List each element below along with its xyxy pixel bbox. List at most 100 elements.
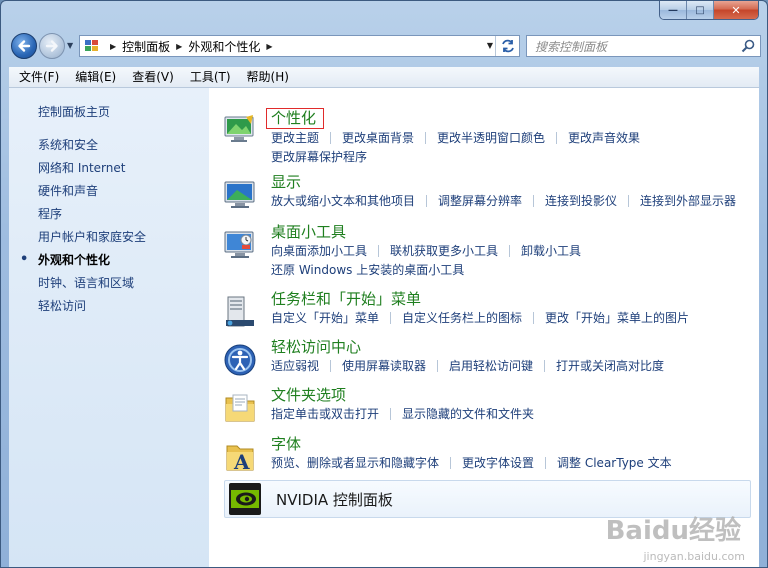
link-separator — [544, 360, 546, 372]
link-separator — [378, 245, 380, 257]
explorer-window: — □ ✕ ▼ ▶ 控制面板 ▶ 外观和个性化 ▶ ▼ 搜索控制面板 文件(F)… — [0, 0, 768, 568]
link-separator — [426, 195, 428, 207]
category-ease-of-access: 轻松访问中心 适应弱视 使用屏幕读取器 启用轻松访问键 打开或关闭高对比度 — [224, 338, 744, 376]
address-bar[interactable]: ▶ 控制面板 ▶ 外观和个性化 ▶ ▼ — [79, 35, 520, 57]
category-body: 桌面小工具 向桌面添加小工具 联机获取更多小工具 卸载小工具还原 Windows 上安… — [271, 223, 744, 280]
task-link[interactable]: 调整 ClearType 文本 — [557, 454, 672, 473]
task-link[interactable]: 预览、删除或者显示和隐藏字体 — [271, 454, 439, 473]
maximize-button[interactable]: □ — [687, 1, 714, 19]
category-body: 文件夹选项 指定单击或双击打开 显示隐藏的文件和文件夹 — [271, 386, 744, 424]
back-arrow-icon — [18, 40, 31, 52]
refresh-button[interactable] — [495, 36, 519, 56]
category-title[interactable]: 文件夹选项 — [271, 386, 346, 405]
sidebar-home-link[interactable]: 控制面板主页 — [9, 104, 209, 127]
breadcrumb-separator-icon[interactable]: ▶ — [266, 42, 272, 51]
category-task-links: 更改主题 更改桌面背景 更改半透明窗口颜色 更改声音效果更改屏幕保护程序 — [271, 129, 744, 167]
category-task-links: 放大或缩小文本和其他项目 调整屏幕分辨率 连接到投影仪 连接到外部显示器 — [271, 192, 744, 211]
task-link[interactable]: 自定义任务栏上的图标 — [402, 309, 522, 328]
category-title[interactable]: 任务栏和「开始」菜单 — [271, 290, 421, 309]
category-body: 显示 放大或缩小文本和其他项目 调整屏幕分辨率 连接到投影仪 连接到外部显示器 — [271, 173, 744, 211]
sidebar-item-ease-of-access[interactable]: 轻松访问 — [9, 298, 209, 321]
task-link[interactable]: 更改声音效果 — [568, 129, 640, 148]
baidu-watermark-url: jingyan.baidu.com — [643, 550, 745, 563]
sidebar-item-clock-language-region[interactable]: 时钟、语言和区域 — [9, 275, 209, 298]
close-button[interactable]: ✕ — [714, 1, 758, 19]
task-link[interactable]: 更改主题 — [271, 129, 319, 148]
task-link[interactable]: 适应弱视 — [271, 357, 319, 376]
menu-bar: 文件(F) 编辑(E) 查看(V) 工具(T) 帮助(H) — [9, 67, 759, 88]
category-task-links: 适应弱视 使用屏幕读取器 启用轻松访问键 打开或关闭高对比度 — [271, 357, 744, 376]
task-link[interactable]: 更改半透明窗口颜色 — [437, 129, 545, 148]
sidebar-item-appearance-current[interactable]: • 外观和个性化 — [9, 252, 209, 275]
gadgets-icon[interactable] — [224, 229, 256, 261]
forward-button[interactable] — [39, 33, 65, 59]
category-title[interactable]: 轻松访问中心 — [271, 338, 361, 357]
breadcrumb-separator-icon[interactable]: ▶ — [110, 42, 116, 51]
task-link[interactable]: 启用轻松访问键 — [449, 357, 533, 376]
recent-pages-dropdown-icon[interactable]: ▼ — [67, 41, 73, 50]
address-dropdown-icon[interactable]: ▼ — [487, 41, 493, 50]
task-link[interactable]: 使用屏幕读取器 — [342, 357, 426, 376]
sidebar-item-hardware-sound[interactable]: 硬件和声音 — [9, 183, 209, 206]
task-link[interactable]: 联机获取更多小工具 — [390, 242, 498, 261]
link-separator — [390, 312, 392, 324]
category-personalization: 个性化 更改主题 更改桌面背景 更改半透明窗口颜色 更改声音效果更改屏幕保护程序 — [224, 108, 744, 167]
sidebar-item-network-internet[interactable]: 网络和 Internet — [9, 160, 209, 183]
task-link[interactable]: 指定单击或双击打开 — [271, 405, 379, 424]
sidebar-item-user-accounts[interactable]: 用户帐户和家庭安全 — [9, 229, 209, 252]
task-link[interactable]: 更改屏幕保护程序 — [271, 148, 367, 167]
link-separator — [556, 132, 558, 144]
category-title[interactable]: 个性化 — [266, 108, 325, 129]
breadcrumb-appearance[interactable]: 外观和个性化 — [188, 38, 260, 55]
ease-of-access-icon[interactable] — [224, 344, 256, 376]
link-separator — [509, 245, 511, 257]
minimize-button[interactable]: — — [660, 1, 687, 19]
task-link[interactable]: 更改「开始」菜单上的图片 — [545, 309, 689, 328]
display-icon[interactable] — [224, 179, 256, 211]
menu-file[interactable]: 文件(F) — [11, 67, 67, 88]
menu-tools[interactable]: 工具(T) — [182, 67, 239, 88]
link-separator — [533, 312, 535, 324]
task-link[interactable]: 还原 Windows 上安装的桌面小工具 — [271, 261, 464, 280]
category-title[interactable]: 字体 — [271, 435, 301, 454]
category-gadgets: 桌面小工具 向桌面添加小工具 联机获取更多小工具 卸载小工具还原 Windows 上安… — [224, 223, 744, 280]
category-title[interactable]: 显示 — [271, 173, 301, 192]
search-box[interactable]: 搜索控制面板 — [526, 35, 761, 57]
forward-arrow-icon — [45, 40, 58, 52]
task-link[interactable]: 卸载小工具 — [521, 242, 581, 261]
link-separator — [330, 360, 332, 372]
content-area: 控制面板主页 系统和安全 网络和 Internet 硬件和声音 程序 用户帐户和… — [9, 88, 759, 567]
link-separator — [545, 457, 547, 469]
task-link[interactable]: 自定义「开始」菜单 — [271, 309, 379, 328]
personalization-icon[interactable] — [224, 114, 256, 146]
svg-text:A: A — [233, 450, 250, 473]
menu-help[interactable]: 帮助(H) — [239, 67, 297, 88]
task-link[interactable]: 放大或缩小文本和其他项目 — [271, 192, 415, 211]
task-link[interactable]: 连接到投影仪 — [545, 192, 617, 211]
link-separator — [330, 132, 332, 144]
menu-edit[interactable]: 编辑(E) — [67, 67, 124, 88]
task-link[interactable]: 更改字体设置 — [462, 454, 534, 473]
category-task-links: 预览、删除或者显示和隐藏字体 更改字体设置 调整 ClearType 文本 — [271, 454, 744, 473]
task-link[interactable]: 向桌面添加小工具 — [271, 242, 367, 261]
menu-view[interactable]: 查看(V) — [124, 67, 182, 88]
task-link[interactable]: 连接到外部显示器 — [640, 192, 736, 211]
sidebar-item-programs[interactable]: 程序 — [9, 206, 209, 229]
task-link[interactable]: 打开或关闭高对比度 — [556, 357, 664, 376]
search-icon[interactable] — [740, 38, 756, 54]
task-link[interactable]: 调整屏幕分辨率 — [438, 192, 522, 211]
breadcrumb-control-panel[interactable]: 控制面板 — [122, 38, 170, 55]
refresh-icon — [501, 39, 514, 53]
link-separator — [390, 408, 392, 420]
nvidia-title[interactable]: NVIDIA 控制面板 — [276, 489, 393, 510]
category-fonts: A 字体 预览、删除或者显示和隐藏字体 更改字体设置 调整 ClearType 文本 — [224, 435, 744, 474]
category-title[interactable]: 桌面小工具 — [271, 223, 346, 242]
task-link[interactable]: 更改桌面背景 — [342, 129, 414, 148]
back-button[interactable] — [11, 33, 37, 59]
task-link[interactable]: 显示隐藏的文件和文件夹 — [402, 405, 534, 424]
folder-options-icon[interactable] — [224, 392, 256, 424]
taskbar-icon[interactable] — [224, 296, 256, 328]
fonts-icon[interactable]: A — [224, 441, 256, 474]
breadcrumb-separator-icon[interactable]: ▶ — [176, 42, 182, 51]
sidebar-item-system-security[interactable]: 系统和安全 — [9, 137, 209, 160]
